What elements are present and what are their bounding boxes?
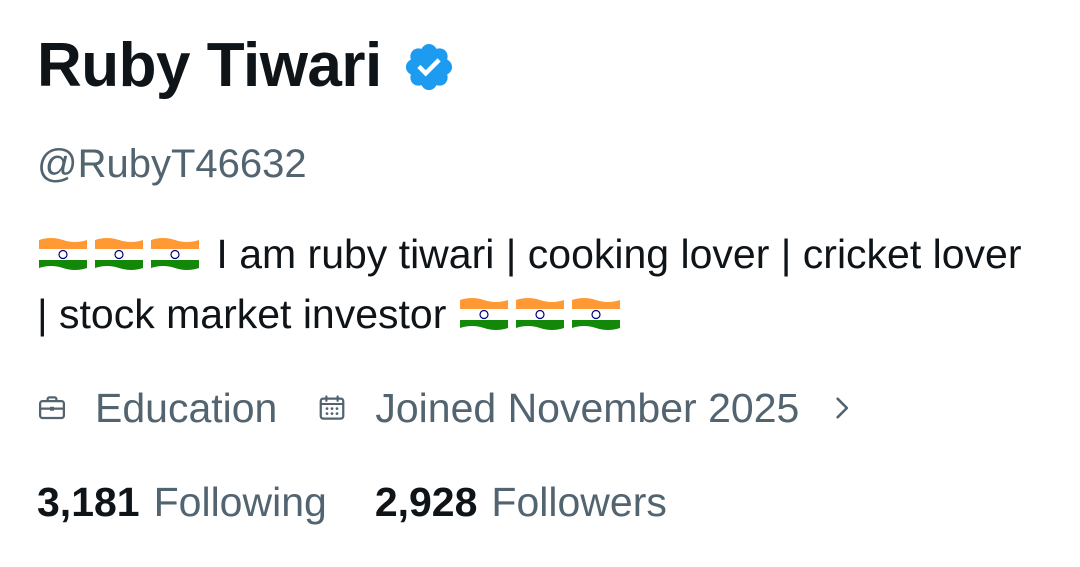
display-name: Ruby Tiwari bbox=[37, 31, 382, 100]
followers-label: Followers bbox=[491, 478, 667, 525]
category-item: Education bbox=[37, 385, 277, 432]
bio-flags-end bbox=[458, 284, 626, 344]
briefcase-icon bbox=[39, 396, 65, 420]
india-flag-icon bbox=[570, 290, 622, 330]
followers-link[interactable]: 2,928 Followers bbox=[375, 479, 667, 526]
following-link[interactable]: 3,181 Following bbox=[37, 479, 327, 526]
joined-label: Joined November 2025 bbox=[375, 384, 800, 431]
name-row: Ruby Tiwari bbox=[37, 28, 456, 104]
calendar-icon bbox=[319, 395, 345, 420]
category-label: Education bbox=[95, 384, 278, 431]
following-count: 3,181 bbox=[37, 478, 140, 525]
profile-meta-row: Education Joined November 2025 bbox=[37, 380, 855, 436]
following-label: Following bbox=[153, 478, 327, 525]
follow-stats: 3,181 Following 2,928 Followers bbox=[37, 475, 715, 529]
india-flag-icon bbox=[458, 290, 510, 330]
bio-flags-start bbox=[37, 224, 205, 284]
followers-count: 2,928 bbox=[374, 478, 478, 525]
user-handle: @RubyT46632 bbox=[37, 142, 307, 186]
india-flag-icon bbox=[37, 230, 89, 270]
joined-item[interactable]: Joined November 2025 bbox=[317, 385, 855, 432]
chevron-right-icon[interactable] bbox=[829, 395, 855, 421]
india-flag-icon bbox=[149, 230, 201, 270]
verified-badge-icon[interactable] bbox=[402, 40, 456, 94]
bio: I am ruby tiwari | cooking lover | crick… bbox=[37, 224, 1027, 344]
india-flag-icon bbox=[93, 230, 145, 270]
india-flag-icon bbox=[514, 290, 566, 330]
